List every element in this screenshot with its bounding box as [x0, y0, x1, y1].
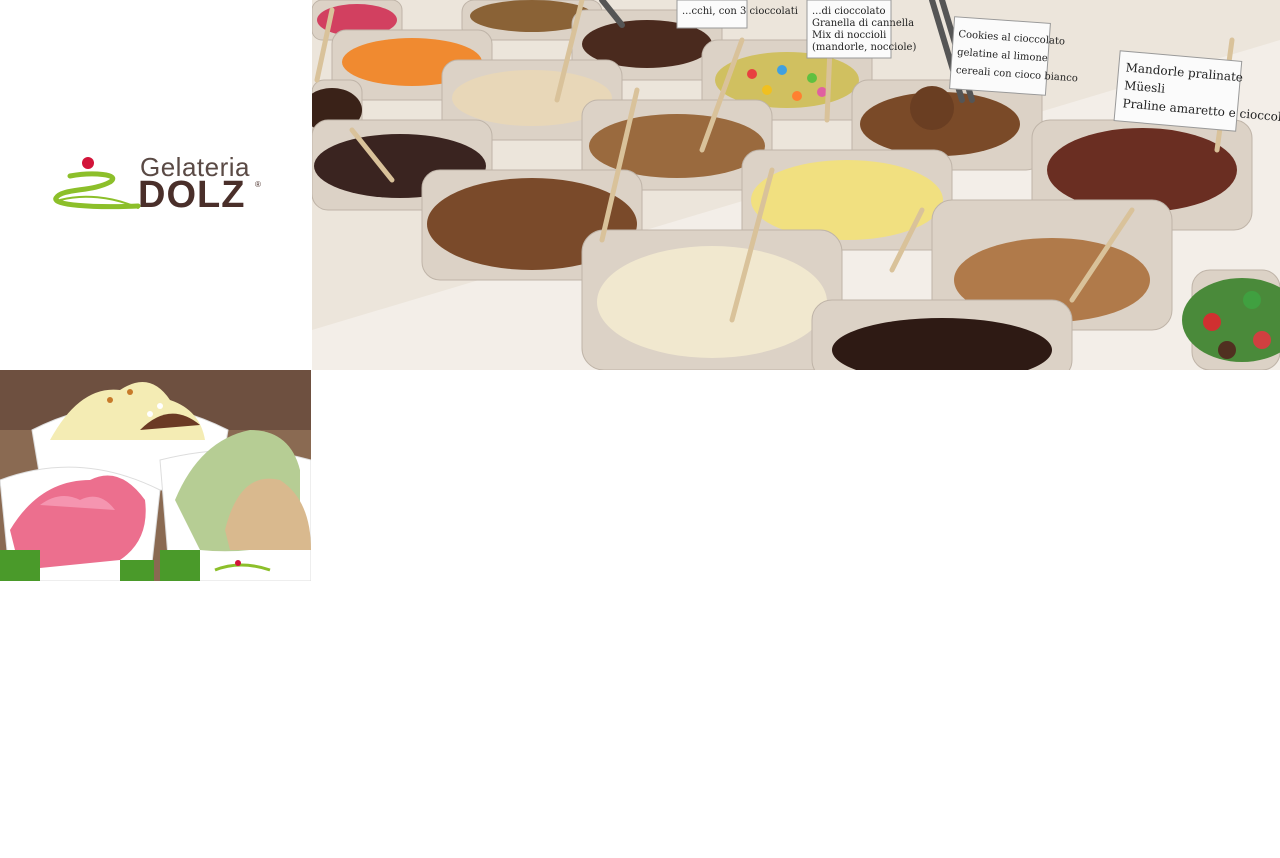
logo-wordmark-dolz: DOLZ — [138, 174, 246, 216]
toppings-banner-image: ...cchi, con 3 cioccolati ...di cioccola… — [312, 0, 1280, 370]
swirl-logo-icon — [53, 157, 141, 210]
frozen-yogurt-thumbnail[interactable] — [0, 370, 311, 581]
gelateria-dolz-logo[interactable]: Gelateria DOLZ ® — [52, 150, 262, 220]
toppings-illustration: ...cchi, con 3 cioccolati ...di cioccola… — [312, 0, 1280, 370]
label-card-1: ...cchi, con 3 cioccolati — [682, 6, 798, 17]
frozen-yogurt-illustration — [0, 370, 311, 581]
registered-mark: ® — [255, 180, 261, 189]
logo-panel: Gelateria DOLZ ® — [0, 0, 312, 370]
